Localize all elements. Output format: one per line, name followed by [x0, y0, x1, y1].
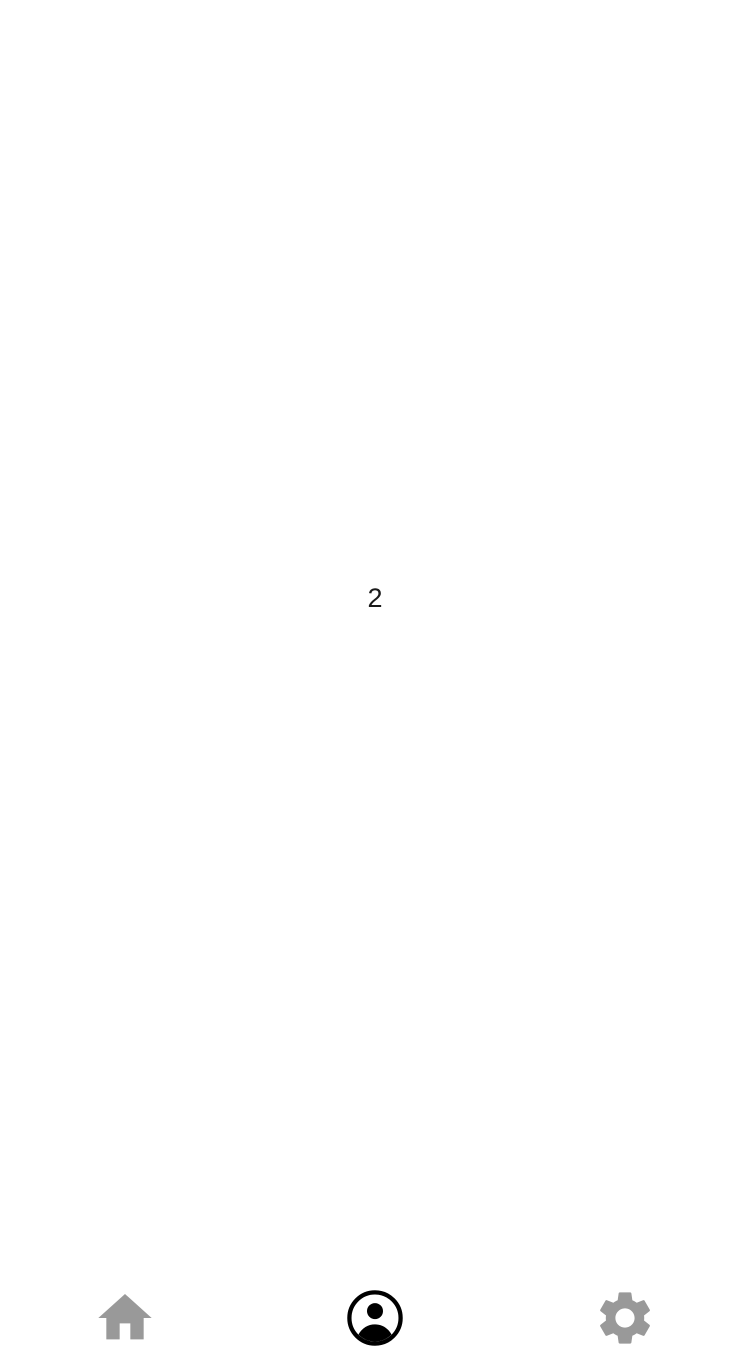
tab-home[interactable]	[0, 1196, 250, 1340]
gear-icon	[600, 1292, 650, 1344]
page-number-label: 2	[367, 583, 383, 613]
screen-content: 2	[0, 0, 750, 1196]
bottom-tab-bar	[0, 1196, 750, 1346]
tab-profile[interactable]	[250, 1196, 500, 1346]
account-circle-icon	[347, 1290, 403, 1346]
tab-settings[interactable]	[500, 1196, 750, 1344]
home-icon	[98, 1294, 152, 1340]
